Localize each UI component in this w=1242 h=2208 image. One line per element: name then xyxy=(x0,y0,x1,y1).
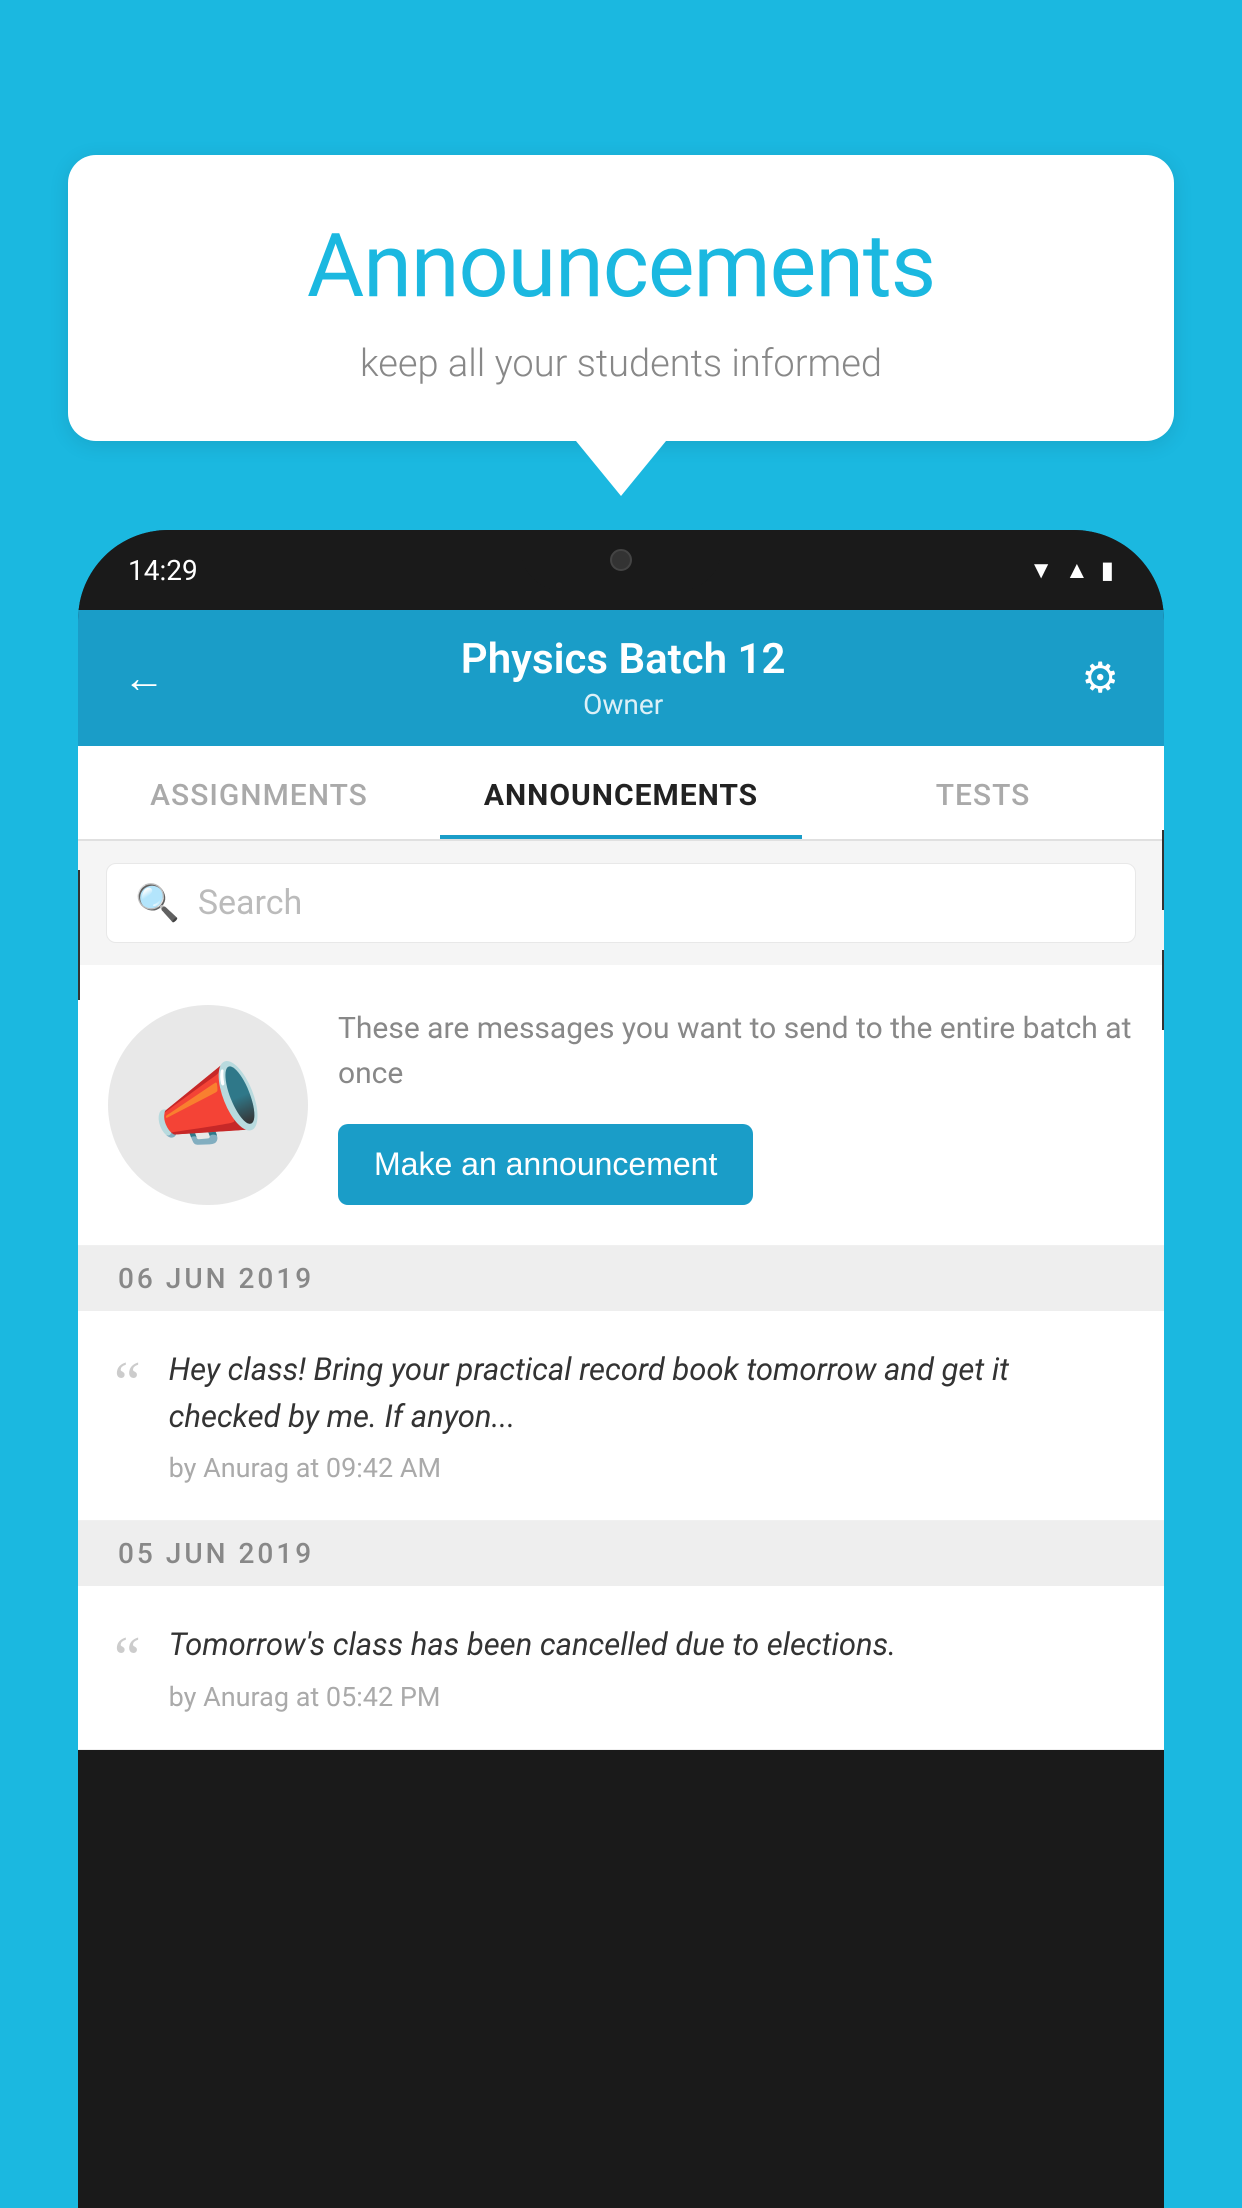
tab-assignments[interactable]: ASSIGNMENTS xyxy=(78,746,440,839)
search-placeholder: Search xyxy=(198,883,302,923)
header-subtitle: Owner xyxy=(461,688,786,721)
search-bar[interactable]: 🔍 Search xyxy=(106,863,1136,943)
announcement-meta-1: by Anurag at 09:42 AM xyxy=(169,1452,1128,1484)
battery-icon: ▮ xyxy=(1101,556,1114,584)
header-center: Physics Batch 12 Owner xyxy=(461,635,786,721)
tab-tests[interactable]: TESTS xyxy=(802,746,1164,839)
wifi-icon: ▼ xyxy=(1029,556,1053,585)
header-title: Physics Batch 12 xyxy=(461,635,786,684)
announcement-text-block-1: Hey class! Bring your practical record b… xyxy=(169,1347,1128,1484)
phone-content: 🔍 Search 📣 These are messages you want t… xyxy=(78,841,1164,1750)
search-bar-container: 🔍 Search xyxy=(78,841,1164,965)
megaphone-icon: 📣 xyxy=(152,1053,264,1158)
status-bar: 14:29 ▼ ▲ ▮ xyxy=(78,530,1164,610)
announcement-description: These are messages you want to send to t… xyxy=(338,1006,1134,1096)
phone-side-button-right-1 xyxy=(1162,830,1164,910)
phone-camera xyxy=(610,549,632,571)
speech-bubble-arrow xyxy=(576,441,666,496)
announcement-empty-state: 📣 These are messages you want to send to… xyxy=(78,965,1164,1246)
announcement-meta-2: by Anurag at 05:42 PM xyxy=(169,1681,1128,1713)
date-divider-1: 06 JUN 2019 xyxy=(78,1246,1164,1311)
speech-bubble-section: Announcements keep all your students inf… xyxy=(68,155,1174,496)
speech-bubble-title: Announcements xyxy=(148,215,1094,318)
app-header: ← Physics Batch 12 Owner ⚙ xyxy=(78,610,1164,746)
date-divider-2: 05 JUN 2019 xyxy=(78,1521,1164,1586)
tab-bar: ASSIGNMENTS ANNOUNCEMENTS TESTS xyxy=(78,746,1164,841)
quote-icon-2: “ xyxy=(114,1628,141,1688)
status-icons: ▼ ▲ ▮ xyxy=(1029,556,1114,585)
announcement-item-1[interactable]: “ Hey class! Bring your practical record… xyxy=(78,1311,1164,1521)
settings-button[interactable]: ⚙ xyxy=(1081,653,1119,703)
phone-notch xyxy=(521,530,721,590)
make-announcement-button[interactable]: Make an announcement xyxy=(338,1124,753,1205)
announcement-icon-circle: 📣 xyxy=(108,1005,308,1205)
search-icon: 🔍 xyxy=(135,882,180,924)
announcement-message-2: Tomorrow's class has been cancelled due … xyxy=(169,1622,1128,1669)
announcement-message-1: Hey class! Bring your practical record b… xyxy=(169,1347,1128,1440)
status-time: 14:29 xyxy=(128,554,198,587)
quote-icon-1: “ xyxy=(114,1353,141,1413)
speech-bubble-subtitle: keep all your students informed xyxy=(148,342,1094,386)
announcement-item-2[interactable]: “ Tomorrow's class has been cancelled du… xyxy=(78,1586,1164,1750)
phone-side-button-right-2 xyxy=(1162,950,1164,1030)
phone-frame: 14:29 ▼ ▲ ▮ ← Physics Batch 12 Owner ⚙ A… xyxy=(78,530,1164,2208)
back-button[interactable]: ← xyxy=(123,654,165,703)
announcement-right-panel: These are messages you want to send to t… xyxy=(338,1006,1134,1205)
signal-icon: ▲ xyxy=(1065,556,1089,585)
speech-bubble-card: Announcements keep all your students inf… xyxy=(68,155,1174,441)
phone-side-button-left xyxy=(78,870,80,1000)
tab-announcements[interactable]: ANNOUNCEMENTS xyxy=(440,746,802,839)
announcement-text-block-2: Tomorrow's class has been cancelled due … xyxy=(169,1622,1128,1713)
